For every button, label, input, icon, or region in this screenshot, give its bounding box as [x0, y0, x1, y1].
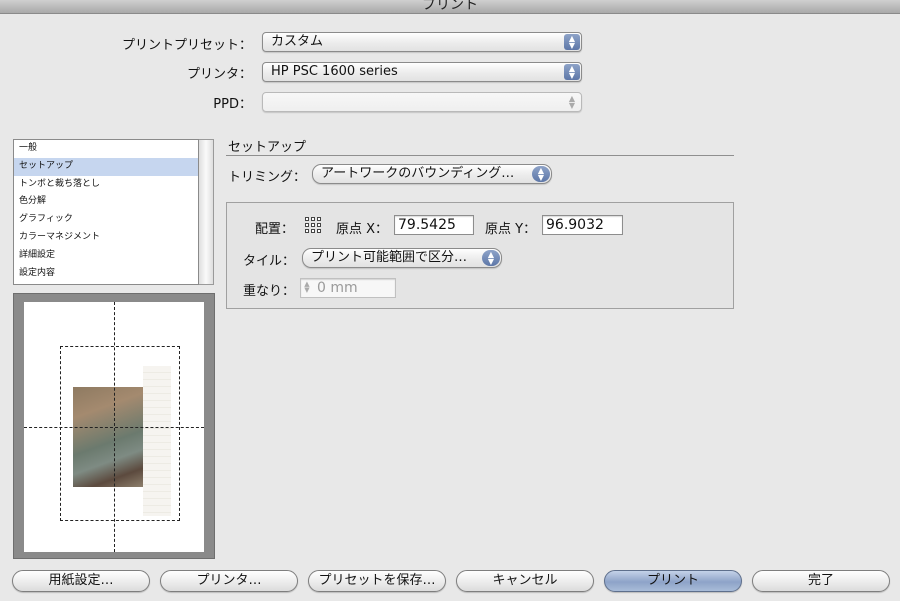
list-item-marks-bleed[interactable]: トンボと裁ち落とし: [14, 176, 198, 194]
origin-x-label: 原点 X：: [336, 222, 389, 237]
preset-value: カスタム: [271, 34, 324, 49]
list-item-separations[interactable]: 色分解: [14, 193, 198, 211]
origin-x-field[interactable]: 79.5425: [394, 215, 474, 235]
section-title: セットアップ: [228, 140, 307, 155]
up-down-arrows-icon: ▲ ▼: [532, 166, 550, 182]
print-button[interactable]: プリント: [604, 570, 742, 592]
printer-button[interactable]: プリンタ…: [160, 570, 298, 592]
crop-popup[interactable]: アートワークのバウンディング… ▲ ▼: [312, 164, 552, 184]
overlap-value: 0 mm: [317, 280, 358, 296]
printer-label: プリンタ：: [186, 67, 252, 82]
stepper-icon: ▲ ▼: [304, 280, 310, 294]
printer-value: HP PSC 1600 series: [271, 64, 398, 79]
window-titlebar: プリント: [0, 0, 900, 14]
up-down-arrows-icon: ▲ ▼: [564, 34, 580, 50]
cancel-button[interactable]: キャンセル: [456, 570, 594, 592]
preset-label: プリントプリセット：: [121, 38, 252, 53]
overlap-label: 重なり：: [243, 284, 296, 299]
section-divider: [226, 155, 734, 156]
up-down-arrows-icon: ▲ ▼: [564, 64, 580, 80]
list-item-advanced[interactable]: 詳細設定: [14, 247, 198, 265]
printer-popup[interactable]: HP PSC 1600 series ▲ ▼: [262, 62, 582, 82]
up-down-arrows-icon: ▲ ▼: [482, 250, 500, 266]
preview-crop-bounds: [60, 346, 180, 521]
tile-value: プリント可能範囲で区分…: [311, 250, 468, 265]
tile-label: タイル：: [243, 254, 296, 269]
origin-y-field[interactable]: 96.9032: [542, 215, 623, 235]
ppd-popup: ▲ ▼: [262, 92, 582, 112]
print-preview[interactable]: [13, 293, 215, 559]
done-button[interactable]: 完了: [752, 570, 890, 592]
list-item-setup[interactable]: セットアップ: [14, 157, 198, 176]
placement-label: 配置：: [255, 222, 295, 237]
settings-category-list[interactable]: 一般 セットアップ トンボと裁ち落とし 色分解 グラフィック カラーマネジメント…: [13, 139, 199, 285]
reference-point-grid-icon[interactable]: [305, 217, 321, 233]
crop-label: トリミング：: [228, 170, 307, 185]
list-item-color-management[interactable]: カラーマネジメント: [14, 229, 198, 247]
origin-y-label: 原点 Y：: [485, 222, 537, 237]
list-item-graphics[interactable]: グラフィック: [14, 211, 198, 229]
overlap-field: 0 mm: [300, 278, 396, 298]
save-preset-button[interactable]: プリセットを保存…: [308, 570, 446, 592]
tile-popup[interactable]: プリント可能範囲で区分… ▲ ▼: [302, 248, 502, 268]
window-title: プリント: [422, 0, 478, 13]
list-item-general[interactable]: 一般: [14, 140, 198, 158]
page-setup-button[interactable]: 用紙設定…: [12, 570, 150, 592]
preview-page: [24, 302, 204, 552]
up-down-arrows-icon: ▲ ▼: [568, 94, 576, 110]
ppd-label: PPD：: [213, 97, 252, 112]
list-scrollbar[interactable]: [199, 139, 214, 285]
preset-popup[interactable]: カスタム ▲ ▼: [262, 32, 582, 52]
crop-value: アートワークのバウンディング…: [321, 166, 515, 181]
preview-tile-divider-horizontal: [24, 427, 204, 428]
list-item-summary[interactable]: 設定内容: [14, 265, 198, 283]
